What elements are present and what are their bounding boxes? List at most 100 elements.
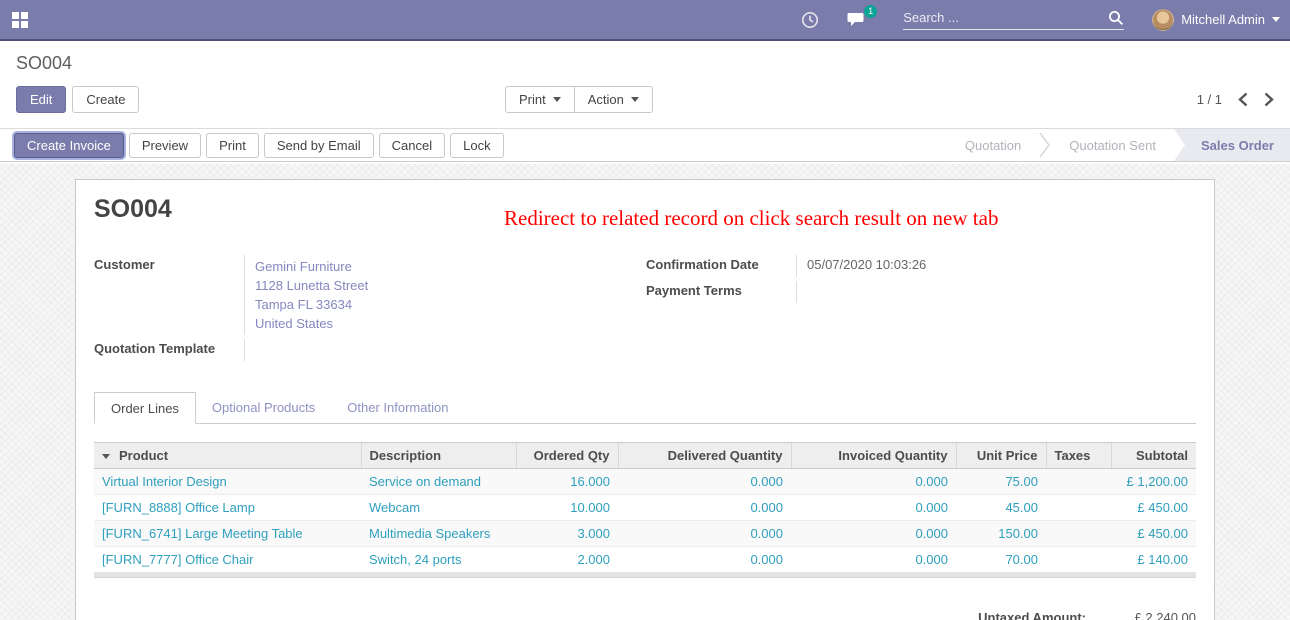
cell-delivered-quantity[interactable]: 0.000: [618, 521, 791, 547]
cell-delivered-quantity[interactable]: 0.000: [618, 547, 791, 573]
cell-ordered-qty[interactable]: 2.000: [516, 547, 618, 573]
table-row[interactable]: [FURN_6741] Large Meeting TableMultimedi…: [94, 521, 1196, 547]
column-header-taxes[interactable]: Taxes: [1046, 443, 1111, 469]
quotation-template-field: Quotation Template: [94, 339, 646, 361]
customer-address-line: Tampa FL 33634: [255, 295, 646, 314]
untaxed-amount-label: Untaxed Amount:: [978, 610, 1086, 620]
search-icon[interactable]: [1108, 10, 1124, 26]
print-menu-button[interactable]: Print: [505, 86, 575, 113]
edit-button[interactable]: Edit: [16, 86, 66, 113]
annotation-text: Redirect to related record on click sear…: [504, 206, 998, 231]
chevron-down-icon: [1272, 17, 1280, 22]
cell-subtotal[interactable]: £ 450.00: [1111, 495, 1196, 521]
untaxed-amount-value: £ 2,240.00: [1086, 610, 1196, 620]
messages-icon[interactable]: 1: [847, 11, 867, 28]
cell-invoiced-quantity[interactable]: 0.000: [791, 521, 956, 547]
cell-ordered-qty[interactable]: 10.000: [516, 495, 618, 521]
cell-ordered-qty[interactable]: 3.000: [516, 521, 618, 547]
pager-previous-button[interactable]: [1238, 92, 1248, 107]
cell-invoiced-quantity[interactable]: 0.000: [791, 495, 956, 521]
search-input[interactable]: [903, 10, 1108, 25]
column-header-ordered-qty[interactable]: Ordered Qty: [516, 443, 618, 469]
payment-terms-label: Payment Terms: [646, 281, 796, 303]
pager: 1 / 1: [1197, 92, 1274, 107]
table-row[interactable]: [FURN_8888] Office LampWebcam10.0000.000…: [94, 495, 1196, 521]
column-header-product[interactable]: Product: [94, 443, 361, 469]
form-background: SO004 Redirect to related record on clic…: [0, 164, 1290, 620]
statusbar: Quotation Quotation SentSales Order: [947, 129, 1290, 161]
cell-product[interactable]: [FURN_8888] Office Lamp: [94, 495, 361, 521]
cell-product[interactable]: [FURN_7777] Office Chair: [94, 547, 361, 573]
cell-description[interactable]: Multimedia Speakers: [361, 521, 516, 547]
lock-button[interactable]: Lock: [450, 133, 503, 158]
activities-clock-icon[interactable]: [801, 11, 819, 29]
column-header-delivered-quantity[interactable]: Delivered Quantity: [618, 443, 791, 469]
field-group-left: Customer Gemini Furniture1128 Lunetta St…: [94, 255, 646, 365]
create-invoice-button[interactable]: Create Invoice: [14, 133, 124, 158]
pager-next-button[interactable]: [1264, 92, 1274, 107]
customer-value[interactable]: Gemini Furniture1128 Lunetta StreetTampa…: [244, 255, 646, 335]
chevron-down-icon: [553, 97, 561, 102]
quotation-template-value[interactable]: [244, 339, 646, 361]
user-menu[interactable]: Mitchell Admin: [1152, 9, 1280, 31]
confirmation-date-label: Confirmation Date: [646, 255, 796, 277]
status-step-quotation-sent[interactable]: Quotation Sent: [1051, 129, 1174, 161]
quotation-template-label: Quotation Template: [94, 339, 244, 361]
table-row[interactable]: [FURN_7777] Office ChairSwitch, 24 ports…: [94, 547, 1196, 573]
cell-description[interactable]: Webcam: [361, 495, 516, 521]
global-search: [903, 10, 1124, 30]
tab-other-information[interactable]: Other Information: [331, 392, 464, 424]
customer-field: Customer Gemini Furniture1128 Lunetta St…: [94, 255, 646, 335]
table-row[interactable]: Virtual Interior DesignService on demand…: [94, 469, 1196, 495]
create-button[interactable]: Create: [72, 86, 139, 113]
payment-terms-value[interactable]: [796, 281, 1196, 303]
action-menu-button[interactable]: Action: [574, 86, 653, 113]
top-navbar: 1 Mitchell Admin: [0, 0, 1290, 41]
column-toggle-icon[interactable]: [102, 454, 110, 459]
tab-optional-products[interactable]: Optional Products: [196, 392, 331, 424]
notebook-tabs: Order LinesOptional ProductsOther Inform…: [94, 392, 1196, 424]
action-bar: Create InvoicePreviewPrintSend by EmailC…: [0, 129, 1290, 162]
customer-label: Customer: [94, 255, 244, 335]
cell-product[interactable]: [FURN_6741] Large Meeting Table: [94, 521, 361, 547]
send-by-email-button[interactable]: Send by Email: [264, 133, 374, 158]
column-header-unit-price[interactable]: Unit Price: [956, 443, 1046, 469]
column-header-subtotal[interactable]: Subtotal: [1111, 443, 1196, 469]
cell-delivered-quantity[interactable]: 0.000: [618, 469, 791, 495]
cell-unit-price[interactable]: 150.00: [956, 521, 1046, 547]
cell-unit-price[interactable]: 70.00: [956, 547, 1046, 573]
apps-menu-icon[interactable]: [12, 12, 28, 28]
cell-taxes[interactable]: [1046, 495, 1111, 521]
preview-button[interactable]: Preview: [129, 133, 201, 158]
customer-address-line: 1128 Lunetta Street: [255, 276, 646, 295]
cell-taxes[interactable]: [1046, 521, 1111, 547]
tab-order-lines[interactable]: Order Lines: [94, 392, 196, 424]
field-groups: Customer Gemini Furniture1128 Lunetta St…: [94, 255, 1196, 365]
chevron-down-icon: [631, 97, 639, 102]
column-header-invoiced-quantity[interactable]: Invoiced Quantity: [791, 443, 956, 469]
cell-subtotal[interactable]: £ 140.00: [1111, 547, 1196, 573]
cell-invoiced-quantity[interactable]: 0.000: [791, 547, 956, 573]
table-footer-strip: [94, 572, 1196, 578]
cell-subtotal[interactable]: £ 1,200.00: [1111, 469, 1196, 495]
cell-taxes[interactable]: [1046, 469, 1111, 495]
cell-description[interactable]: Service on demand: [361, 469, 516, 495]
cell-description[interactable]: Switch, 24 ports: [361, 547, 516, 573]
cell-invoiced-quantity[interactable]: 0.000: [791, 469, 956, 495]
status-step-sales-order[interactable]: Sales Order: [1174, 129, 1290, 161]
order-lines-table: ProductDescriptionOrdered QtyDelivered Q…: [94, 442, 1196, 572]
cell-product[interactable]: Virtual Interior Design: [94, 469, 361, 495]
cell-unit-price[interactable]: 45.00: [956, 495, 1046, 521]
cell-unit-price[interactable]: 75.00: [956, 469, 1046, 495]
cell-taxes[interactable]: [1046, 547, 1111, 573]
status-step-quotation[interactable]: Quotation: [947, 129, 1039, 161]
print-action-group: Print Action: [505, 86, 653, 113]
cell-subtotal[interactable]: £ 450.00: [1111, 521, 1196, 547]
action-buttons: Create InvoicePreviewPrintSend by EmailC…: [14, 133, 509, 158]
cell-delivered-quantity[interactable]: 0.000: [618, 495, 791, 521]
status-separator-icon: [1039, 129, 1051, 161]
print-button[interactable]: Print: [206, 133, 259, 158]
cancel-button[interactable]: Cancel: [379, 133, 445, 158]
cell-ordered-qty[interactable]: 16.000: [516, 469, 618, 495]
column-header-description[interactable]: Description: [361, 443, 516, 469]
